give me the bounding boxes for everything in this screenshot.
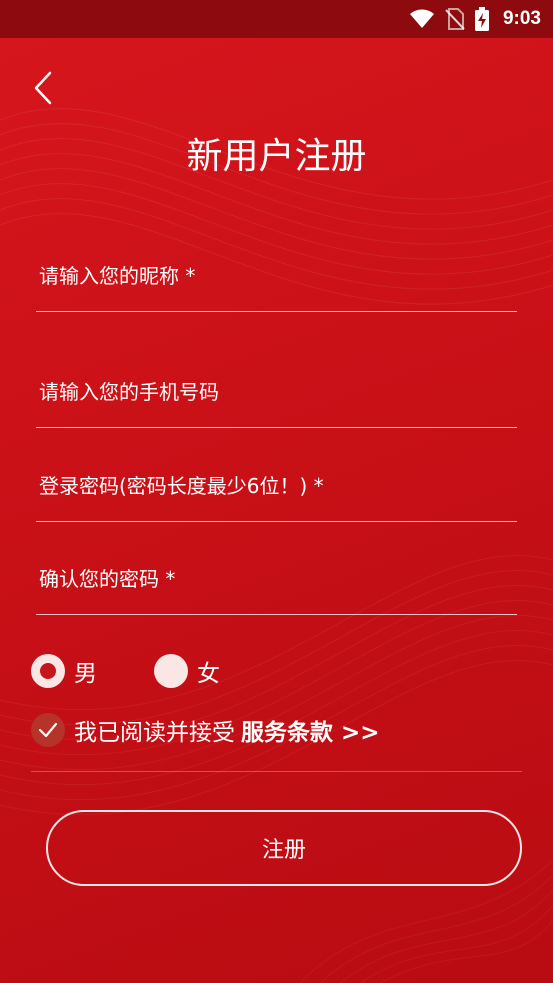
divider <box>31 771 522 772</box>
checkmark-icon <box>38 722 58 738</box>
agreement-row: 我已阅读并接受 服务条款 >> <box>31 712 380 748</box>
agreement-text: 我已阅读并接受 <box>74 720 235 746</box>
confirm-password-field-wrapper <box>36 543 517 615</box>
gender-label-male: 男 <box>74 661 97 687</box>
page-title: 新用户注册 <box>186 136 367 177</box>
register-button[interactable]: 注册 <box>46 810 522 886</box>
battery-charging-icon <box>474 7 489 31</box>
phone-input[interactable] <box>36 356 517 427</box>
radio-dot <box>40 663 56 679</box>
gender-label-female: 女 <box>197 661 220 687</box>
nickname-input[interactable] <box>36 240 517 311</box>
radio-selected-icon <box>31 654 65 688</box>
back-button[interactable] <box>28 66 58 110</box>
phone-field-wrapper <box>36 356 517 428</box>
wifi-icon <box>409 9 434 28</box>
status-bar: 9:03 <box>0 0 553 38</box>
radio-unselected-icon <box>154 654 188 688</box>
gender-radio-female[interactable]: 女 <box>154 653 220 689</box>
terms-of-service-link[interactable]: 服务条款 >> <box>241 713 380 747</box>
no-sim-icon <box>445 8 465 30</box>
register-screen: 9:03 新用户注册 男 女 我已阅读并接受 <box>0 0 553 983</box>
status-icons: 9:03 <box>409 0 541 38</box>
agreement-checkbox[interactable] <box>31 713 65 747</box>
password-input[interactable] <box>36 450 517 521</box>
status-time: 9:03 <box>502 8 541 29</box>
confirm-password-input[interactable] <box>36 543 517 614</box>
nickname-field-wrapper <box>36 240 517 312</box>
chevron-left-icon <box>34 71 52 105</box>
gender-radio-male[interactable]: 男 <box>31 653 97 689</box>
password-field-wrapper <box>36 450 517 522</box>
